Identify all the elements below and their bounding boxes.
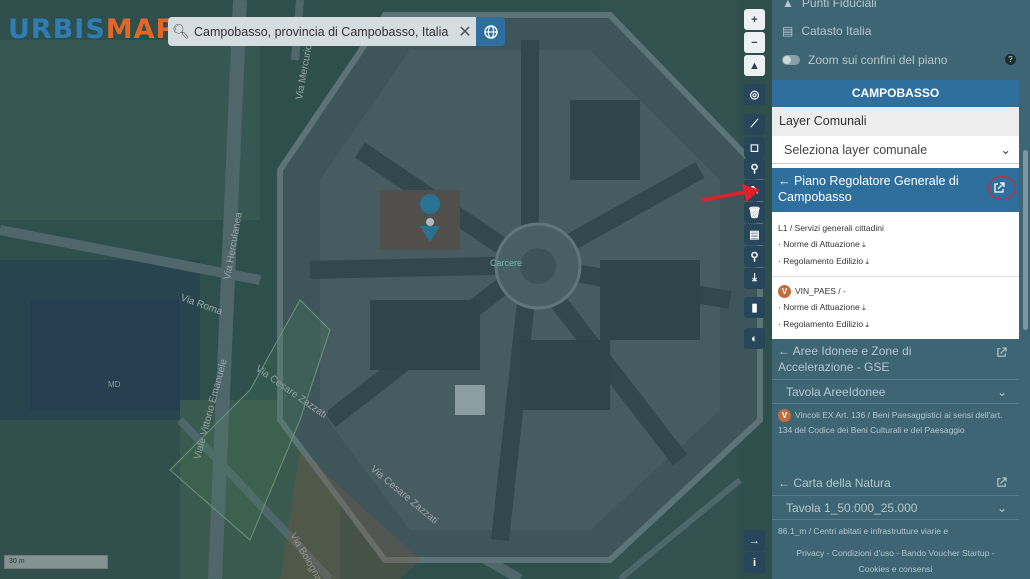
panel-item-catasto[interactable]: ▤ Catasto Italia [772, 16, 1030, 45]
chevron-down-icon: ⌄ [1000, 143, 1011, 157]
natura-header[interactable]: ← Carta della Natura [772, 470, 1019, 495]
panel-scrollbar[interactable] [1023, 150, 1028, 330]
external-link-icon[interactable] [996, 477, 1007, 488]
red-circle-annotation [988, 176, 1016, 200]
bookmark-icon[interactable]: ▮ [744, 297, 765, 318]
regolamento-link[interactable]: · Regolamento Edilizio ⤓ [778, 253, 1013, 270]
layers-icon[interactable]: ▤ [744, 224, 765, 245]
search-input[interactable]: Campobasso, provincia di Campobasso, Ita… [194, 25, 454, 39]
aree-select[interactable]: Tavola AreeIdonee ⌄ [772, 379, 1019, 404]
panel-item-punti[interactable]: ▲ Punti Fiduciali [772, 0, 1030, 10]
vincoli-entry: V Vincoli EX Art. 136 / Beni Paesaggistic… [778, 409, 1003, 435]
footer-line[interactable]: Cookies e consensi [772, 561, 1019, 577]
prg-entries: L1 / Servizi generali cittadini · Norme … [772, 212, 1019, 339]
chevron-down-icon: ⌄ [996, 500, 1007, 515]
search-bar[interactable]: 🔍︎ Campobasso, provincia di Campobasso, … [168, 17, 476, 46]
red-arrow-annotation [701, 184, 760, 202]
globe-icon[interactable] [476, 17, 505, 46]
norme-link[interactable]: · Norme di Attuazione ⤓ [778, 236, 1013, 253]
info-icon[interactable]: i [744, 552, 765, 573]
footer-links: Privacy - Condizioni d'uso - Bando Vouch… [772, 545, 1019, 579]
footer-line[interactable]: Privacy - Condizioni d'uso - Bando Vouch… [772, 545, 1019, 561]
download-icon: ⤓ [862, 240, 866, 249]
natura-entry: 86.1_m / Centri abitati e infrastrutture… [778, 526, 949, 536]
sports-hall-roof [30, 300, 180, 410]
clear-search-icon[interactable]: ✕ [454, 22, 476, 42]
layer-label: Layer Comunali [772, 107, 1019, 136]
side-panel: ▲ Punti Fiduciali ▤ Catasto Italia Zoom su… [772, 0, 1030, 579]
download-icon[interactable]: ⤓ [744, 268, 765, 289]
svg-text:Carcere: Carcere [490, 258, 522, 268]
zoom-in-button[interactable]: + [744, 9, 765, 30]
pin-icon[interactable]: ⚲ [744, 246, 765, 267]
app-logo[interactable]: URBISMAP [8, 14, 176, 45]
download-icon: ⤓ [862, 303, 866, 312]
chevron-down-icon: ⌄ [996, 384, 1007, 399]
theme-icon[interactable]: ◐ [744, 328, 765, 349]
download-icon: ⤓ [865, 320, 869, 329]
search-icon: 🔍︎ [172, 23, 190, 39]
download-icon: ⤓ [865, 257, 869, 266]
regolamento-link[interactable]: · Regolamento Edilizio ⤓ [778, 316, 1013, 333]
layer-select[interactable]: Seleziona layer comunale ⌄ [772, 136, 1019, 164]
measure-area-icon[interactable]: ◻ [744, 137, 765, 158]
aree-header[interactable]: ← Aree Idonee e Zone di Accelerazione - … [772, 338, 1019, 379]
norme-link[interactable]: · Norme di Attuazione ⤓ [778, 299, 1013, 316]
vincolo-badge: V [778, 409, 791, 422]
map-scale: 30 m [4, 555, 108, 569]
natura-select[interactable]: Tavola 1_50.000_25.000 ⌄ [772, 495, 1019, 520]
zoom-boundaries-row[interactable]: Zoom sui confini del piano ? [772, 45, 1030, 74]
svg-text:MD: MD [108, 380, 121, 389]
arrow-right-icon[interactable]: → [744, 530, 765, 551]
vincolo-badge: V [778, 285, 791, 298]
triangle-icon: ▲ [782, 0, 794, 10]
zoom-out-button[interactable]: − [744, 32, 765, 53]
prg-header[interactable]: ← Piano Regolatore Generale di Campobass… [772, 168, 1019, 212]
zoom-toggle[interactable] [782, 54, 800, 65]
compass-icon[interactable]: ▲ [744, 55, 765, 76]
help-icon[interactable]: ? [1005, 54, 1016, 65]
external-link-icon[interactable] [996, 347, 1007, 358]
document-icon: ▤ [782, 23, 794, 38]
locate-icon[interactable]: ◎ [744, 84, 765, 105]
city-title: CAMPOBASSO [772, 80, 1019, 107]
marker-icon[interactable]: ⚲ [744, 158, 765, 179]
aree-idonee-section: ← Aree Idonee e Zone di Accelerazione - … [772, 338, 1019, 442]
municipality-card: CAMPOBASSO Layer Comunali Seleziona laye… [772, 80, 1019, 339]
entry-title: V VIN_PAES / - [778, 283, 1013, 299]
carta-natura-section: ← Carta della Natura Tavola 1_50.000_25.… [772, 470, 1019, 543]
entry-title: L1 / Servizi generali cittadini [778, 223, 884, 233]
measure-line-icon[interactable]: ⟋ [744, 114, 765, 135]
